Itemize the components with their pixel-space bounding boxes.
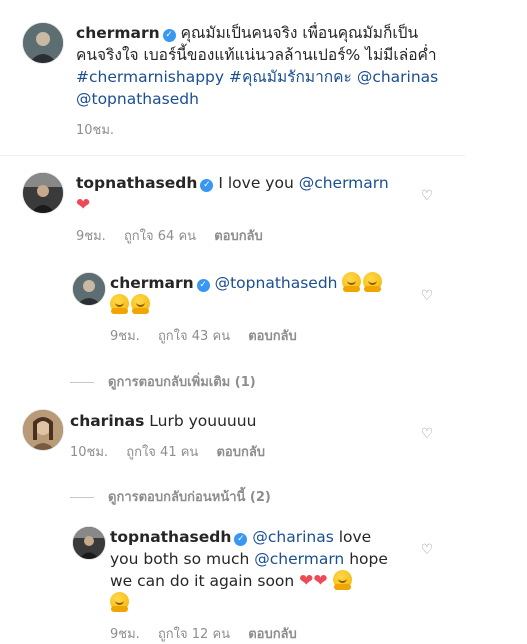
comment-meta: 9ชม. ถูกใจ 43 คน ตอบกลับ — [110, 325, 400, 346]
mention-link[interactable]: @topnathasedh — [215, 274, 338, 292]
mention-link[interactable]: @chermarn — [299, 174, 389, 192]
like-heart-icon[interactable]: ♡ — [420, 189, 434, 203]
comment-username[interactable]: topnathasedh — [110, 528, 231, 546]
hashtag-link[interactable]: #chermarnishappy — [76, 68, 224, 86]
reply-button[interactable]: ตอบกลับ — [216, 445, 265, 460]
avatar-image — [23, 410, 63, 450]
likes-count[interactable]: ถูกใจ 43 คน — [158, 329, 230, 344]
reply-button[interactable]: ตอบกลับ — [248, 627, 297, 642]
reply-comment: chermarn ✓ @topnathasedh 9ชม. ถูกใจ 43 คน… — [110, 272, 400, 346]
avatar[interactable] — [22, 22, 64, 64]
avatar[interactable] — [22, 172, 64, 214]
hugging-face-icon — [131, 294, 150, 314]
reply-button[interactable]: ตอบกลับ — [214, 229, 263, 244]
verified-badge-icon: ✓ — [162, 29, 176, 42]
view-more-replies[interactable]: ดูการตอบกลับเพิ่มเติม (1) — [70, 371, 256, 392]
timestamp[interactable]: 9ชม. — [110, 329, 140, 344]
mention-link[interactable]: @chermarn — [254, 550, 344, 568]
verified-badge-icon: ✓ — [234, 533, 248, 546]
view-replies-label[interactable]: ดูการตอบกลับเพิ่มเติม (1) — [108, 375, 256, 390]
timestamp[interactable]: 10ชม. — [70, 445, 108, 460]
view-replies-label[interactable]: ดูการตอบกลับก่อนหน้านี้ (2) — [108, 490, 271, 505]
timestamp[interactable]: 10ชม. — [76, 123, 114, 138]
hugging-face-icon — [342, 272, 362, 292]
mention-link[interactable]: @topnathasedh — [76, 90, 199, 108]
verified-badge-icon: ✓ — [196, 279, 210, 292]
hugging-face-icon — [110, 294, 129, 314]
hugging-face-icon — [110, 592, 129, 612]
timestamp[interactable]: 9ชม. — [110, 627, 140, 642]
likes-count[interactable]: ถูกใจ 12 คน — [158, 627, 230, 642]
red-heart-icon: ❤ — [76, 195, 91, 215]
view-previous-replies[interactable]: ดูการตอบกลับก่อนหน้านี้ (2) — [70, 486, 271, 507]
reply-comment: topnathasedh ✓ @charinas love you both so… — [110, 526, 400, 644]
red-heart-icon: ❤ — [313, 571, 328, 591]
hugging-face-icon — [363, 272, 383, 292]
mention-link[interactable]: @charinas — [357, 68, 438, 86]
likes-count[interactable]: ถูกใจ 64 คน — [124, 229, 196, 244]
divider — [0, 155, 465, 156]
verified-badge-icon: ✓ — [200, 179, 214, 192]
hugging-face-icon — [332, 570, 352, 590]
mention-link[interactable]: @charinas — [252, 528, 333, 546]
avatar[interactable] — [72, 272, 106, 306]
caption: chermarn ✓ คุณมัมเป็นคนจริง เพื่อนคุณมัมก… — [76, 22, 456, 140]
comment-meta: 9ชม. ถูกใจ 64 คน ตอบกลับ — [76, 225, 396, 246]
avatar-image — [23, 173, 63, 213]
like-heart-icon[interactable]: ♡ — [420, 543, 434, 557]
comment-meta: 9ชม. ถูกใจ 12 คน ตอบกลับ — [110, 623, 400, 644]
red-heart-icon: ❤ — [299, 571, 314, 591]
comment-username[interactable]: chermarn — [110, 274, 194, 292]
hashtag-link[interactable]: #คุณมัมรักมากคะ — [229, 68, 352, 86]
avatar-image — [23, 23, 63, 63]
comment: topnathasedh ✓ I love you @chermarn ❤ 9ชม… — [76, 172, 396, 246]
avatar[interactable] — [22, 409, 64, 451]
comment-username[interactable]: charinas — [70, 412, 144, 430]
reply-button[interactable]: ตอบกลับ — [248, 329, 297, 344]
like-heart-icon[interactable]: ♡ — [420, 427, 434, 441]
comment-text: I love you — [218, 174, 294, 192]
timestamp[interactable]: 9ชม. — [76, 229, 106, 244]
caption-username[interactable]: chermarn — [76, 24, 160, 42]
divider — [70, 382, 94, 383]
comment: charinas Lurb youuuuu 10ชม. ถูกใจ 41 คน … — [70, 410, 390, 462]
avatar-image — [73, 273, 105, 305]
caption-meta: 10ชม. — [76, 119, 456, 140]
avatar[interactable] — [72, 526, 106, 560]
comment-meta: 10ชม. ถูกใจ 41 คน ตอบกลับ — [70, 441, 390, 462]
likes-count[interactable]: ถูกใจ 41 คน — [126, 445, 198, 460]
divider — [70, 497, 94, 498]
avatar-image — [73, 527, 105, 559]
like-heart-icon[interactable]: ♡ — [420, 289, 434, 303]
comment-username[interactable]: topnathasedh — [76, 174, 197, 192]
comment-text: Lurb youuuuu — [149, 412, 257, 430]
